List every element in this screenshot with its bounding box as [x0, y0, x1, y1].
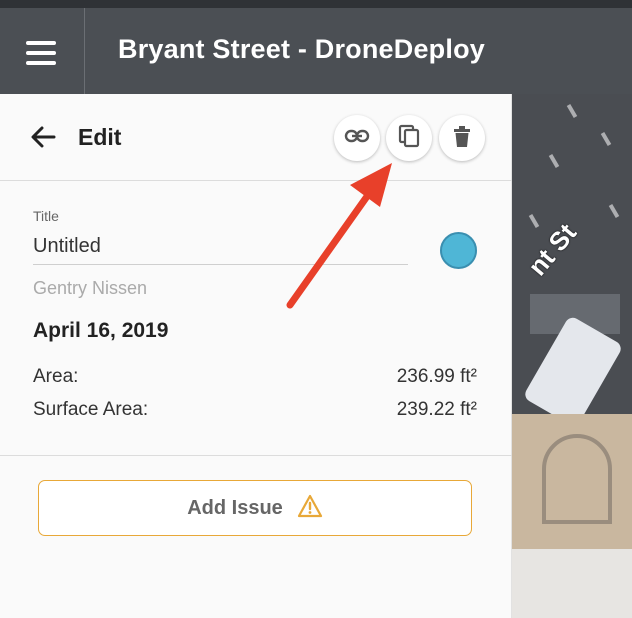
header-divider — [84, 8, 85, 94]
app-header: Bryant Street - DroneDeploy — [0, 0, 632, 94]
map-street-label: nt St — [522, 217, 583, 282]
delete-button[interactable] — [439, 115, 485, 161]
add-issue-button[interactable]: Add Issue — [38, 480, 472, 536]
surface-area-value: 239.22 ft² — [396, 399, 477, 420]
copy-link-button[interactable] — [334, 115, 380, 161]
trash-icon — [450, 124, 474, 153]
title-label: Title — [33, 208, 59, 224]
header-top-bar — [0, 0, 632, 8]
add-issue-label: Add Issue — [187, 496, 283, 519]
warning-icon — [297, 494, 323, 523]
area-value: 236.99 ft² — [396, 366, 477, 387]
edit-panel: Edit Title Untitled Gentry Nissen April … — [0, 94, 512, 618]
hamburger-menu-icon[interactable] — [22, 36, 60, 70]
surface-area-label: Surface Area: — [33, 399, 149, 420]
map-view[interactable]: nt St — [512, 94, 632, 618]
author-name: Gentry Nissen — [33, 278, 148, 298]
panel-header: Edit — [0, 94, 512, 181]
panel-title: Edit — [78, 124, 122, 150]
color-picker-swatch[interactable] — [440, 232, 477, 269]
annotation-date: April 16, 2019 — [33, 319, 169, 342]
back-arrow-icon[interactable] — [28, 122, 58, 152]
section-divider — [0, 455, 512, 456]
area-label: Area: — [33, 366, 79, 387]
duplicate-button[interactable] — [386, 115, 432, 161]
app-title: Bryant Street - DroneDeploy — [118, 34, 485, 64]
link-icon — [344, 123, 370, 154]
title-input[interactable] — [33, 229, 408, 265]
copy-icon — [396, 123, 422, 154]
